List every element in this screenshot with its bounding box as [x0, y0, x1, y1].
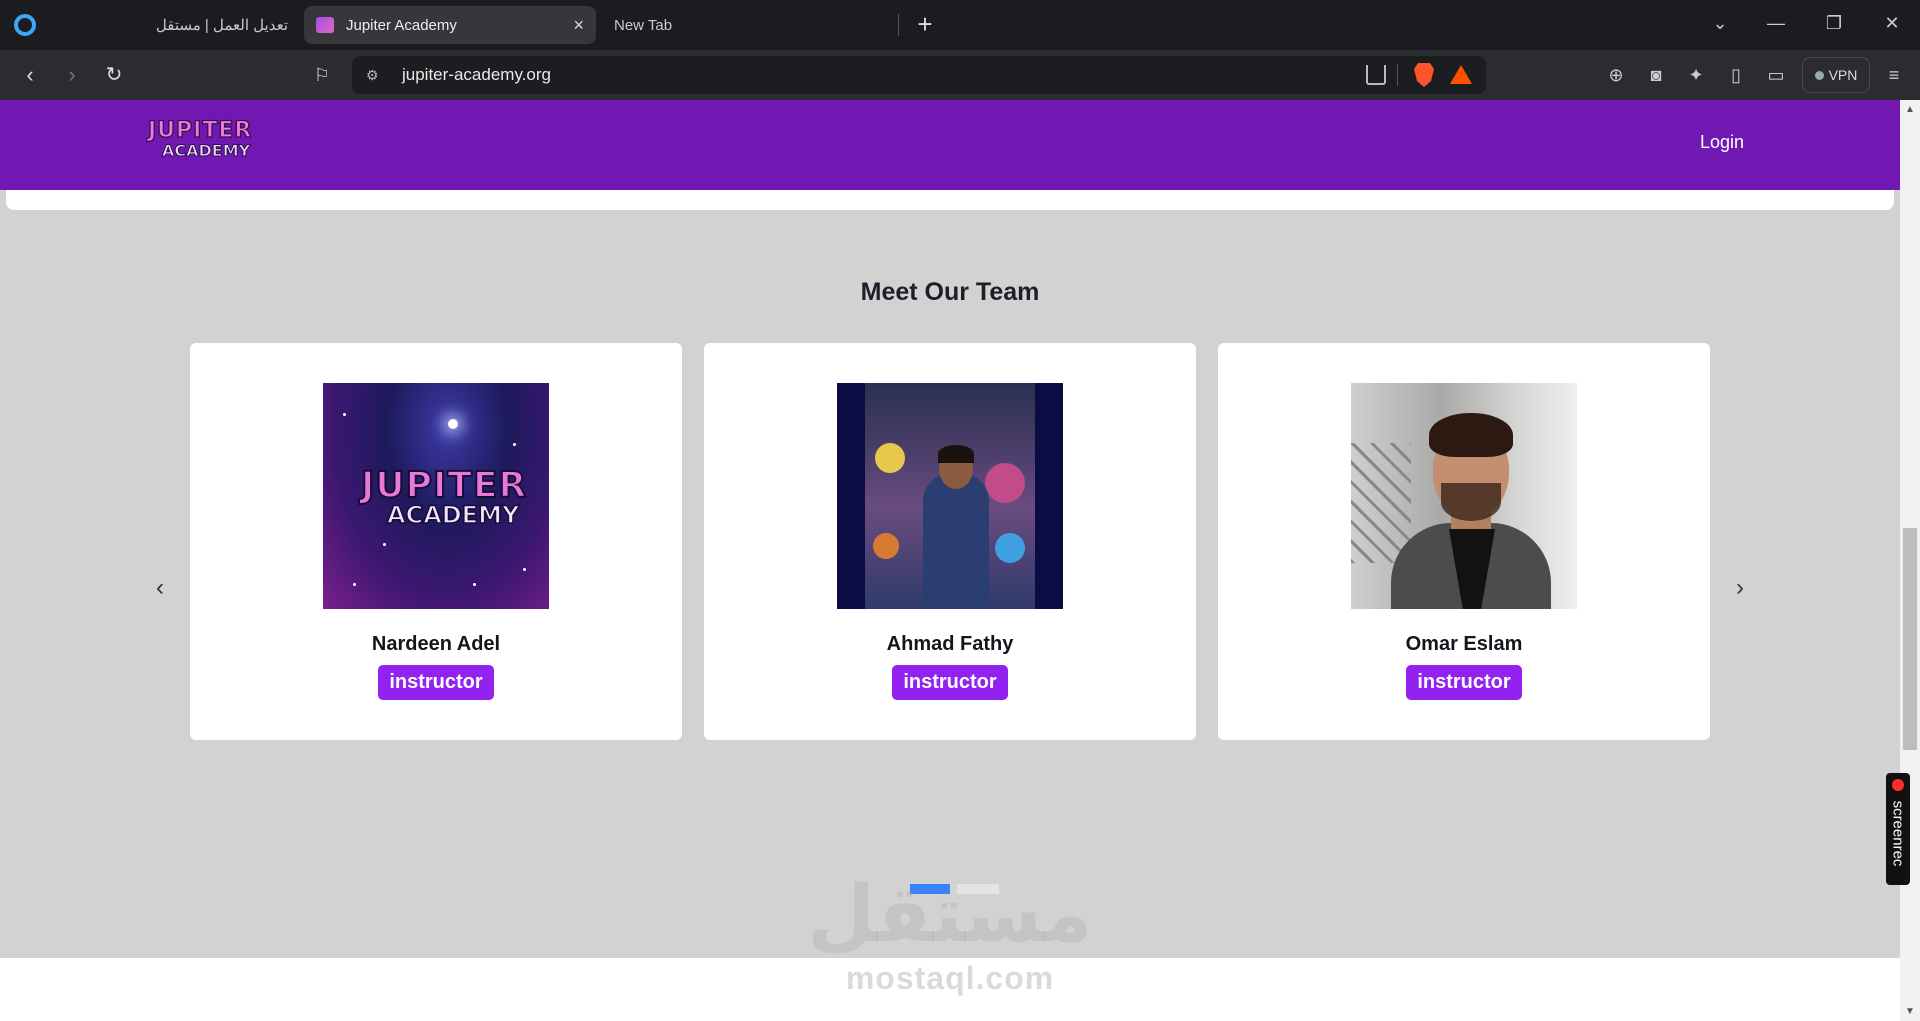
photo-logo-text-top: JUPITER — [360, 464, 528, 507]
bookmark-icon[interactable]: ⚐ — [306, 59, 338, 91]
tab-divider — [898, 14, 899, 36]
photo-logo-text-bottom: ACADEMY — [386, 500, 520, 530]
person-hair — [1429, 413, 1513, 457]
sidebar-toggle-icon[interactable]: ▯ — [1724, 63, 1748, 87]
screenshot-camera-icon[interactable]: ◙ — [1644, 63, 1668, 87]
share-icon[interactable] — [1366, 65, 1386, 85]
star-decoration — [448, 419, 458, 429]
person-body — [923, 473, 989, 609]
tab-title: Jupiter Academy — [346, 16, 457, 34]
login-link[interactable]: Login — [1700, 132, 1744, 153]
member-photo — [1351, 383, 1577, 609]
scroll-down-arrow-icon[interactable]: ▼ — [1905, 1006, 1915, 1017]
photo-background — [865, 383, 1035, 609]
brave-rewards-icon[interactable] — [1450, 65, 1472, 84]
scroll-thumb[interactable] — [1903, 528, 1917, 750]
star-decoration — [523, 568, 526, 571]
member-name: Omar Eslam — [1405, 633, 1523, 655]
team-member-card: JUPITER ACADEMY Nardeen Adel instructor — [190, 343, 682, 740]
member-name: Nardeen Adel — [371, 633, 501, 655]
jupiter-favicon-icon — [316, 17, 334, 33]
tab-search-icon[interactable]: ⌄ — [1698, 6, 1742, 40]
url-text[interactable]: jupiter-academy.org — [402, 65, 551, 85]
extensions-icon[interactable]: ✦ — [1684, 63, 1708, 87]
jupiter-academy-logo[interactable]: JUPITER ACADEMY — [147, 118, 258, 166]
star-decoration — [343, 413, 346, 416]
browser-logo-icon[interactable] — [14, 14, 36, 36]
star-decoration — [383, 543, 386, 546]
photo-light — [875, 443, 905, 473]
vpn-status-icon — [1814, 70, 1824, 80]
forward-button[interactable]: › — [56, 59, 88, 91]
carousel-next-arrow-icon[interactable]: › — [1728, 576, 1752, 600]
photo-light — [873, 533, 899, 559]
section-title: Meet Our Team — [860, 278, 1040, 306]
reload-button[interactable]: ↻ — [98, 59, 130, 91]
tab-title: New Tab — [614, 16, 673, 34]
back-button[interactable]: ‹ — [14, 59, 46, 91]
star-decoration — [513, 443, 516, 446]
star-decoration — [473, 583, 476, 586]
menu-icon[interactable]: ≡ — [1882, 63, 1906, 87]
photo-background-stairs — [1351, 443, 1411, 563]
photo-light — [985, 463, 1025, 503]
watermark-arabic: مستقل — [807, 870, 1093, 960]
team-member-card: Ahmad Fathy instructor — [704, 343, 1196, 740]
star-decoration — [353, 583, 356, 586]
member-name: Ahmad Fathy — [886, 633, 1014, 655]
carousel-prev-arrow-icon[interactable]: ‹ — [148, 576, 172, 600]
screenrec-widget[interactable]: screenrec — [1886, 773, 1910, 885]
role-badge: instructor — [892, 665, 1008, 700]
close-tab-icon[interactable]: × — [573, 15, 584, 36]
scroll-up-arrow-icon[interactable]: ▲ — [1905, 104, 1915, 115]
wallet-icon[interactable]: ▭ — [1764, 63, 1788, 87]
watermark-latin: mostaql.com — [845, 960, 1055, 996]
person-beard — [1441, 483, 1501, 521]
tab-jupiter-academy[interactable]: Jupiter Academy × — [304, 6, 596, 44]
site-settings-icon[interactable]: ⚙ — [366, 67, 384, 84]
maximize-button[interactable]: ❐ — [1812, 6, 1856, 40]
person-hair — [938, 445, 974, 463]
photo-light — [995, 533, 1025, 563]
team-member-card: Omar Eslam instructor — [1218, 343, 1710, 740]
role-badge: instructor — [378, 665, 494, 700]
new-tab-button[interactable]: + — [912, 8, 938, 40]
site-header: JUPITER ACADEMY Login — [0, 100, 1900, 190]
brave-shields-icon[interactable] — [1414, 63, 1434, 87]
logo-text-bottom: ACADEMY — [162, 141, 251, 160]
close-window-button[interactable]: ✕ — [1870, 6, 1914, 40]
tab-new-tab[interactable]: New Tab — [602, 6, 898, 44]
translate-globe-icon[interactable]: ⊕ — [1604, 63, 1628, 87]
vpn-label: VPN — [1828, 67, 1858, 83]
screenrec-label: screenrec — [1889, 800, 1907, 867]
page-viewport: JUPITER ACADEMY Login Meet Our Team ‹ JU… — [0, 100, 1900, 1021]
address-bar[interactable]: ⚙ jupiter-academy.org — [352, 56, 1486, 94]
browser-toolbar: ‹ › ↻ ⚐ ⚙ jupiter-academy.org ⊕ ◙ ✦ ▯ ▭ … — [0, 50, 1920, 100]
minimize-button[interactable]: — — [1754, 6, 1798, 40]
member-photo: JUPITER ACADEMY — [323, 383, 549, 609]
vpn-button[interactable]: VPN — [1802, 57, 1870, 93]
url-divider — [1397, 64, 1398, 86]
member-photo — [837, 383, 1063, 609]
tab-title: تعديل العمل | مستقل — [155, 17, 288, 34]
role-badge: instructor — [1406, 665, 1522, 700]
tab-mostaql[interactable]: تعديل العمل | مستقل — [140, 6, 300, 44]
logo-text-top: JUPITER — [147, 118, 253, 143]
record-icon — [1892, 779, 1904, 791]
browser-tab-bar: تعديل العمل | مستقل Jupiter Academy × Ne… — [0, 0, 1920, 50]
